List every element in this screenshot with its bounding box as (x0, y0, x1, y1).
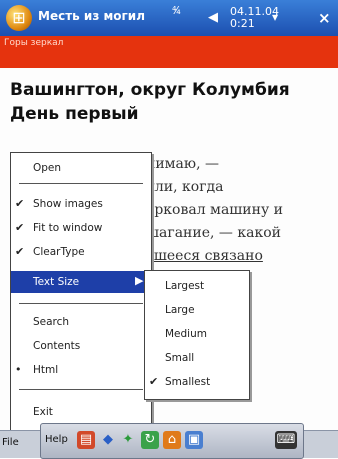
back-arrow-icon[interactable]: ◆ (99, 431, 117, 449)
quick-launch-toolbar: Help ▤ ◆ ✦ ↻ ⌂ ▣ ⌨ (40, 423, 304, 459)
body-text-line: арковал машину и (146, 202, 283, 218)
text-size-submenu: Largest Large Medium Small ✔ Smallest (144, 270, 250, 400)
heading-line-1: Вашингтон, округ Колумбия (10, 80, 290, 100)
menu-item-exit[interactable]: Exit (11, 401, 151, 423)
submenu-item-large[interactable]: Large (145, 299, 249, 321)
keyboard-icon[interactable]: ⌨ (275, 431, 297, 449)
menu-item-text-size[interactable]: Text Size ▶ (11, 271, 151, 293)
view-menu: Open ✔ Show images ✔ Fit to window ✔ Cle… (10, 152, 152, 440)
start-menu-icon[interactable]: ⊞ (6, 5, 32, 31)
home-icon[interactable]: ⌂ (163, 431, 181, 449)
submenu-item-medium[interactable]: Medium (145, 323, 249, 345)
submenu-item-largest[interactable]: Largest (145, 275, 249, 297)
bookmark-icon[interactable]: ▣ (185, 431, 203, 449)
title-bar: ⊞ Месть из могил ⁴⁄₄ ◀ 04.11.04 0:21 ▾ × (0, 0, 338, 36)
signal-icon[interactable]: ⁴⁄₄ (172, 4, 181, 17)
menu-item-fit-to-window[interactable]: ✔ Fit to window (11, 217, 151, 239)
forward-arrow-icon[interactable]: ✦ (119, 431, 137, 449)
document-title: Горы зеркал (4, 38, 64, 48)
chevron-down-icon[interactable]: ▾ (272, 10, 278, 24)
body-text-line: нимаю, — (146, 156, 219, 172)
submenu-arrow-icon: ▶ (135, 274, 144, 287)
check-icon: ✔ (149, 375, 159, 388)
menu-divider (19, 389, 143, 390)
submenu-item-small[interactable]: Small (145, 347, 249, 369)
menu-item-open[interactable]: Open (11, 157, 151, 179)
clock-time: 0:21 (230, 17, 255, 30)
volume-icon[interactable]: ◀ (208, 10, 218, 25)
body-text-line: лли, когда (146, 179, 224, 195)
menu-divider (19, 303, 143, 304)
document-title-strip: Горы зеркал (0, 36, 338, 68)
close-button[interactable]: × (318, 9, 331, 27)
file-menu-button[interactable]: File (2, 437, 19, 448)
submenu-item-smallest[interactable]: ✔ Smallest (145, 371, 249, 393)
bullet-icon: • (15, 363, 22, 376)
refresh-icon[interactable]: ↻ (141, 431, 159, 449)
menu-item-show-images[interactable]: ✔ Show images (11, 193, 151, 215)
help-menu-button[interactable]: Help (45, 434, 68, 445)
menu-item-html[interactable]: • Html (11, 359, 151, 381)
book-icon[interactable]: ▤ (77, 431, 95, 449)
chapter-heading: Вашингтон, округ Колумбия День первый (10, 78, 335, 126)
check-icon: ✔ (15, 197, 25, 210)
check-icon: ✔ (15, 221, 25, 234)
body-text-line: шагание, — какой (146, 225, 281, 241)
menu-divider (19, 183, 143, 184)
heading-line-2: День первый (10, 104, 139, 124)
app-title: Месть из могил (38, 9, 145, 23)
menu-item-search[interactable]: Search (11, 311, 151, 333)
body-text-line: вшееся связано (146, 248, 263, 264)
menu-item-cleartype[interactable]: ✔ ClearType (11, 241, 151, 263)
menu-item-contents[interactable]: Contents (11, 335, 151, 357)
check-icon: ✔ (15, 245, 25, 258)
